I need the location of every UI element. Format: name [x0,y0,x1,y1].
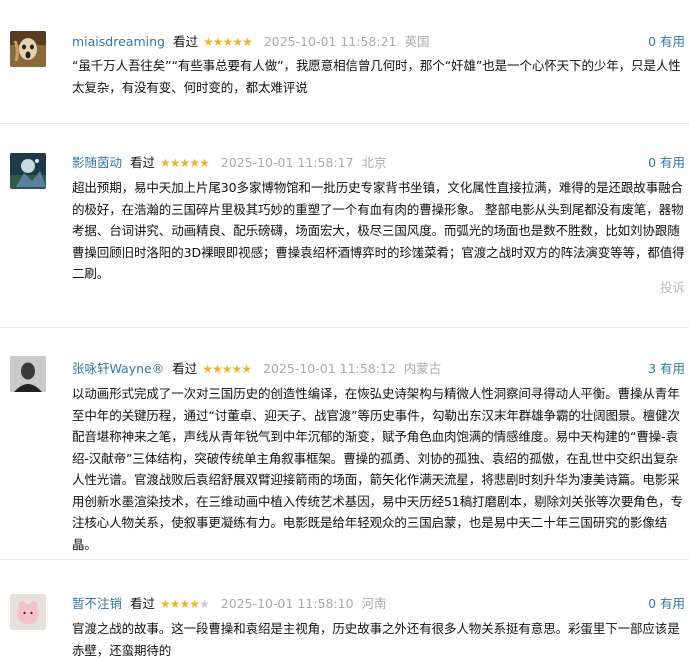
report-link[interactable]: 投诉 [660,277,685,296]
avatar[interactable] [10,31,46,67]
avatar[interactable] [10,594,46,630]
username-link[interactable]: miaisdreaming [72,34,165,49]
review-text: 官渡之战的故事。这一段曹操和袁绍是主视角，历史故事之外还有很多人物关系挺有意思。… [72,621,680,658]
useful-button[interactable]: 0 有用 [648,153,685,173]
watched-label: 看过 [130,155,156,170]
review-item: miaisdreaming 看过 ★★★★★ 2025-10-01 11:58:… [0,0,689,124]
avatar[interactable] [10,153,46,189]
review-time: 2025-10-01 11:58:21 [263,34,397,49]
useful-button[interactable]: 3 有用 [648,359,685,379]
review-location: 河南 [361,596,387,611]
review-item: 张咏轩Wayne® 看过 ★★★★★ 2025-10-01 11:58:12 内… [0,328,689,560]
username-link[interactable]: 张咏轩Wayne® [72,361,164,376]
username-link[interactable]: 暂不注销 [72,596,122,611]
watched-label: 看过 [172,34,198,49]
avatar-image [10,356,46,392]
rating-stars: ★★★★★ [202,362,252,376]
review-location: 英国 [404,34,430,49]
review-text: 以动画形式完成了一次对三国历史的创造性编译，在恢弘史诗架构与精微人性洞察间寻得动… [72,386,683,552]
avatar[interactable] [10,356,46,392]
review-location: 北京 [361,155,387,170]
review-text: “虽千万人吾往矣”“有些事总要有人做”，我愿意相信曾几何时，那个“奸雄”也是一个… [72,58,681,95]
review-time: 2025-10-01 11:58:12 [263,361,396,376]
review-time: 2025-10-01 11:58:17 [220,155,354,170]
avatar-image [10,31,46,67]
review-location: 内蒙古 [403,361,442,376]
rating-stars: ★★★★★ [160,156,210,170]
review-item: 暂不注销 看过 ★★★★★ 2025-10-01 11:58:10 河南 0 有… [0,560,689,658]
review-time: 2025-10-01 11:58:10 [220,596,354,611]
review-text: 超出预期，易中天加上片尾30多家博物馆和一批历史专家背书坐镇，文化属性直接拉满，… [72,180,685,281]
watched-label: 看过 [130,596,156,611]
rating-stars: ★★★★★ [160,597,210,611]
review-item: 影随茵动 看过 ★★★★★ 2025-10-01 11:58:17 北京 0 有… [0,124,689,328]
avatar-image [10,153,46,189]
review-list: miaisdreaming 看过 ★★★★★ 2025-10-01 11:58:… [0,0,689,658]
rating-stars: ★★★★★ [202,35,253,49]
watched-label: 看过 [172,361,198,376]
useful-button[interactable]: 0 有用 [648,32,685,52]
avatar-image [10,594,46,630]
username-link[interactable]: 影随茵动 [72,155,122,170]
useful-button[interactable]: 0 有用 [648,594,685,614]
